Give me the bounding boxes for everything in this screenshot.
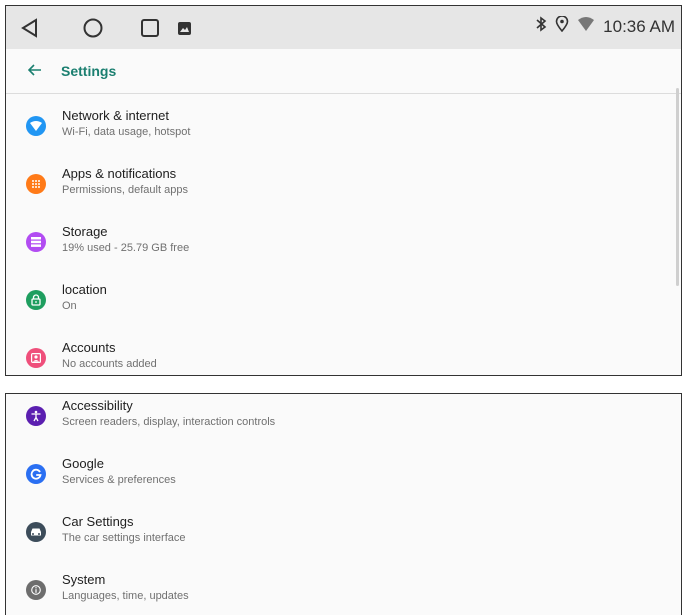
- apps-grid-icon: [26, 174, 46, 194]
- nav-home-icon[interactable]: [82, 17, 104, 44]
- settings-item-title: location: [62, 282, 107, 297]
- status-time: 10:36 AM: [603, 16, 675, 36]
- settings-item-subtitle: On: [62, 300, 77, 312]
- settings-item-apps[interactable]: Apps & notifications Permissions, defaul…: [6, 162, 681, 218]
- settings-item-title: Storage: [62, 224, 108, 239]
- car-icon: [26, 522, 46, 542]
- settings-item-title: Accessibility: [62, 398, 133, 413]
- settings-item-subtitle: 19% used - 25.79 GB free: [62, 242, 190, 254]
- storage-icon: [26, 232, 46, 252]
- image-notification-icon: [178, 22, 191, 40]
- settings-item-subtitle: Languages, time, updates: [62, 590, 189, 602]
- account-icon: [26, 348, 46, 368]
- nav-back-icon[interactable]: [20, 18, 40, 43]
- lock-icon: [26, 290, 46, 310]
- system-status-bar: 10:36 AM: [6, 6, 681, 49]
- info-icon: [26, 580, 46, 600]
- settings-panel-bottom: Accessibility Screen readers, display, i…: [5, 393, 682, 615]
- settings-item-accounts[interactable]: Accounts No accounts added: [6, 336, 681, 375]
- settings-item-accessibility[interactable]: Accessibility Screen readers, display, i…: [6, 394, 681, 450]
- settings-item-title: Car Settings: [62, 514, 134, 529]
- settings-item-title: Apps & notifications: [62, 166, 177, 181]
- status-icons: 10:36 AM: [535, 15, 675, 37]
- page-title: Settings: [61, 63, 117, 79]
- wifi-icon: [26, 116, 46, 136]
- settings-item-subtitle: Screen readers, display, interaction con…: [62, 416, 276, 428]
- settings-item-subtitle: Services & preferences: [62, 474, 176, 486]
- settings-item-subtitle: Wi-Fi, data usage, hotspot: [62, 126, 191, 138]
- bluetooth-icon: [535, 16, 547, 37]
- nav-recents-icon[interactable]: [140, 18, 160, 43]
- settings-item-subtitle: The car settings interface: [62, 532, 186, 544]
- settings-item-network[interactable]: Network & internet Wi-Fi, data usage, ho…: [6, 104, 681, 160]
- settings-item-system[interactable]: System Languages, time, updates: [6, 568, 681, 615]
- settings-item-google[interactable]: Google Services & preferences: [6, 452, 681, 508]
- app-bar: Settings: [6, 49, 681, 94]
- settings-item-subtitle: No accounts added: [62, 358, 157, 370]
- settings-item-title: Network & internet: [62, 108, 169, 123]
- back-arrow-icon[interactable]: [27, 63, 42, 82]
- settings-item-title: Accounts: [62, 340, 116, 355]
- settings-panel-top: 10:36 AM Settings Network & internet Wi-…: [5, 5, 682, 376]
- settings-item-storage[interactable]: Storage 19% used - 25.79 GB free: [6, 220, 681, 276]
- settings-item-title: Google: [62, 456, 104, 471]
- scrollbar[interactable]: [676, 88, 679, 286]
- settings-item-title: System: [62, 572, 106, 587]
- settings-item-location[interactable]: location On: [6, 278, 681, 334]
- google-icon: [26, 464, 46, 484]
- location-icon: [555, 15, 569, 37]
- wifi-signal-icon: [577, 16, 595, 37]
- settings-item-car[interactable]: Car Settings The car settings interface: [6, 510, 681, 566]
- accessibility-icon: [26, 406, 46, 426]
- settings-item-subtitle: Permissions, default apps: [62, 184, 188, 196]
